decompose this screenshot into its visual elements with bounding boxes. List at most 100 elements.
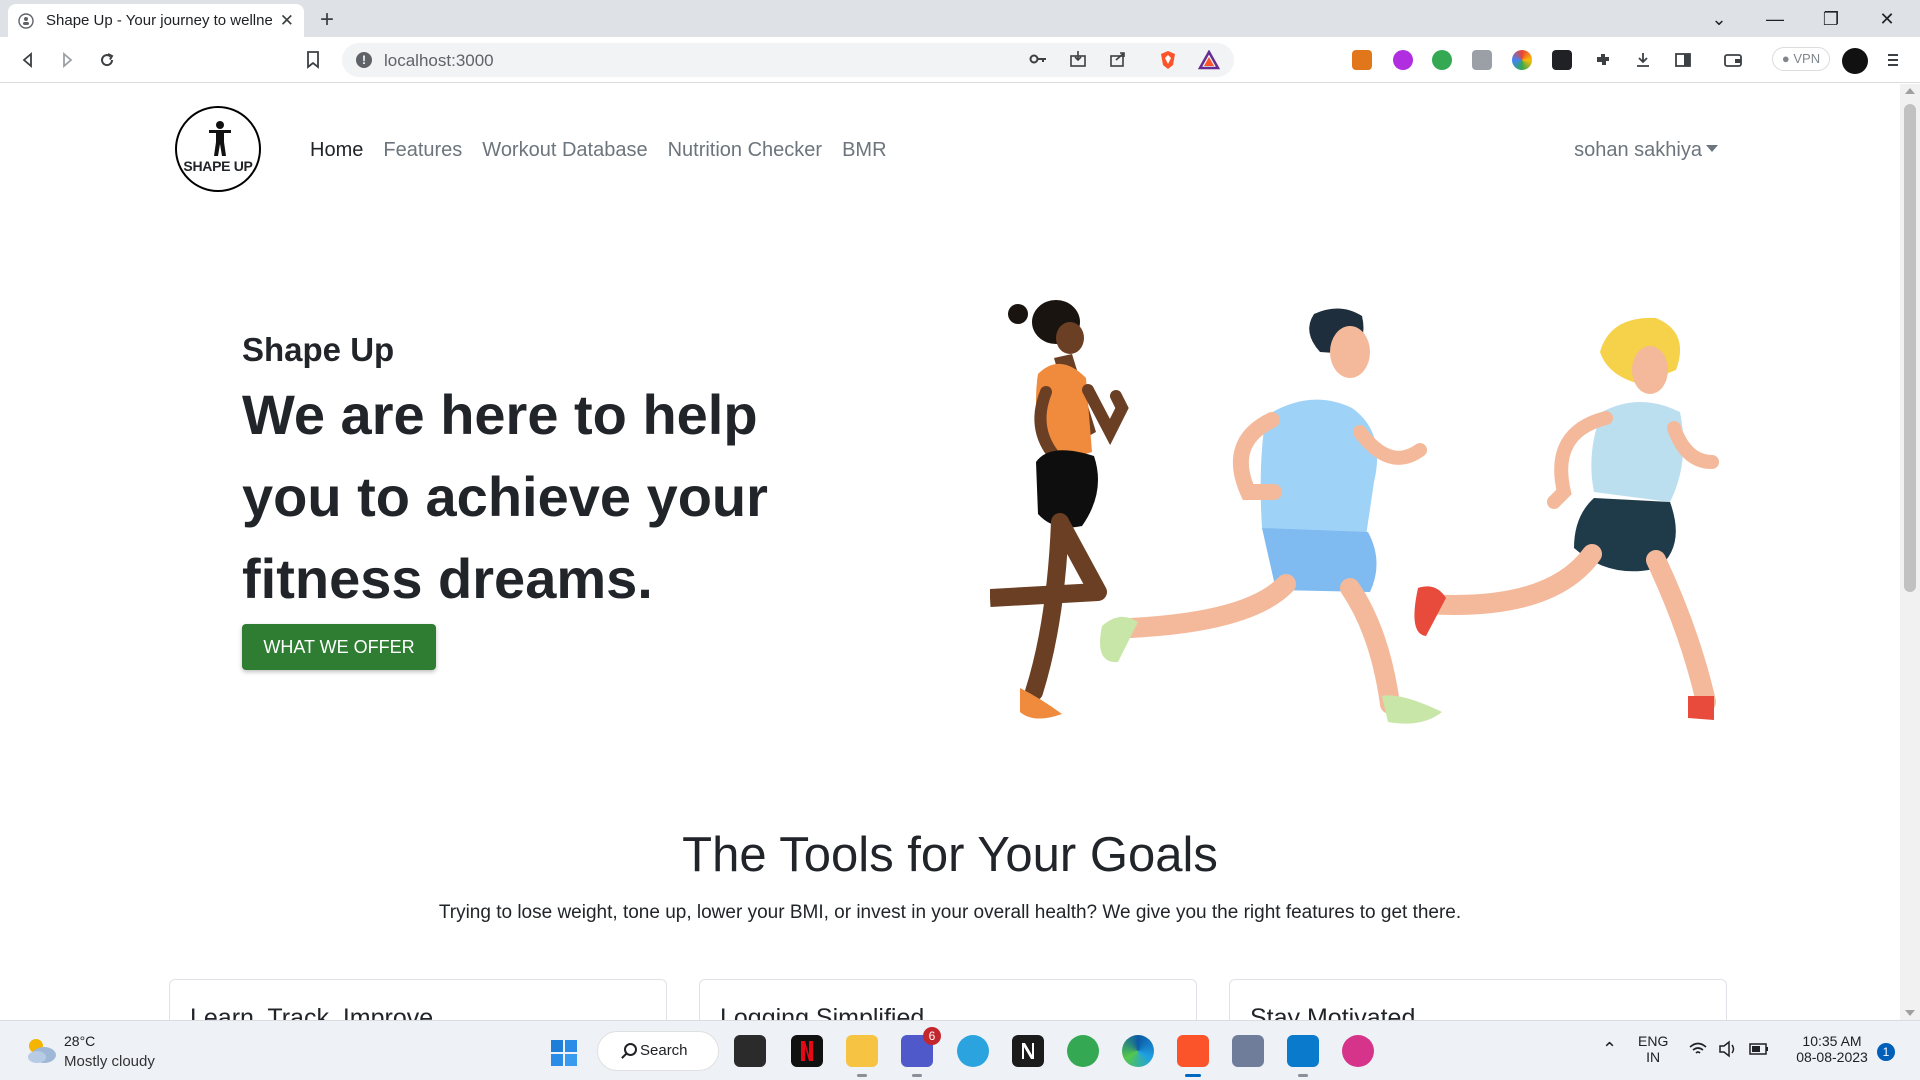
restore-button[interactable]: ❐: [1808, 4, 1854, 34]
color-picker-extension-icon[interactable]: [1512, 50, 1532, 70]
new-tab-button[interactable]: +: [320, 6, 334, 34]
telegram-app-icon[interactable]: [957, 1035, 989, 1067]
downloads-icon[interactable]: [1632, 49, 1654, 71]
scroll-up-icon[interactable]: [1905, 88, 1915, 94]
clock[interactable]: 10:35 AM 08-08-2023: [1792, 1033, 1872, 1065]
brave-rewards-icon[interactable]: [1197, 49, 1221, 70]
vscode-app-icon[interactable]: [1287, 1035, 1319, 1077]
forward-icon[interactable]: [56, 49, 78, 71]
teams-app-icon[interactable]: 6: [901, 1027, 941, 1077]
tools-section-subtitle: Trying to lose weight, tone up, lower yo…: [438, 902, 1462, 923]
sidebar-icon[interactable]: [1672, 49, 1694, 71]
feature-card: Learn. Track. Improve.: [169, 979, 667, 1020]
search-icon: [624, 1043, 637, 1056]
brave-app-icon[interactable]: [1177, 1035, 1209, 1077]
chevron-up-icon[interactable]: ⌃: [1602, 1039, 1617, 1060]
nav-nutrition-checker[interactable]: Nutrition Checker: [668, 139, 823, 162]
taskbar-search[interactable]: Search: [597, 1031, 719, 1071]
netflix-app-icon[interactable]: [791, 1035, 823, 1067]
browser-tab-strip: Shape Up - Your journey to wellness ✕ + …: [0, 0, 1920, 37]
nav-workout-database[interactable]: Workout Database: [482, 139, 647, 162]
reload-icon[interactable]: [96, 49, 118, 71]
user-menu-dropdown[interactable]: sohan sakhiya: [1574, 139, 1718, 162]
install-app-icon[interactable]: [1068, 50, 1088, 70]
main-nav: Home Features Workout Database Nutrition…: [310, 139, 887, 162]
page-favicon-icon: [18, 12, 34, 29]
metamask-extension-icon[interactable]: [1352, 50, 1372, 70]
tab-close-icon[interactable]: ✕: [280, 11, 294, 31]
notification-badge[interactable]: 1: [1877, 1043, 1895, 1061]
address-bar[interactable]: ! localhost:3000: [342, 43, 1234, 77]
nav-home[interactable]: Home: [310, 139, 363, 162]
scrollbar-thumb[interactable]: [1904, 104, 1916, 592]
browser-menu-icon[interactable]: [1882, 49, 1904, 71]
caret-down-icon: [1706, 145, 1718, 152]
extension-dark-icon[interactable]: [1552, 50, 1572, 70]
send-app-icon[interactable]: [1067, 1035, 1099, 1067]
scroll-down-icon[interactable]: [1905, 1010, 1915, 1016]
feature-card: Stay Motivated: [1229, 979, 1727, 1020]
runner-man-blue: [1100, 308, 1442, 724]
tab-search-icon[interactable]: ⌄: [1696, 4, 1742, 34]
feature-card-title: Logging Simplified: [720, 1004, 925, 1020]
extensions-puzzle-icon[interactable]: [1592, 49, 1614, 71]
vpn-button[interactable]: ● VPN: [1772, 47, 1830, 71]
site-info-icon[interactable]: !: [356, 52, 372, 68]
weather-description[interactable]: Mostly cloudy: [64, 1053, 155, 1070]
task-view-icon[interactable]: [734, 1035, 766, 1067]
edge-app-icon[interactable]: [1122, 1035, 1154, 1067]
page-scrollbar[interactable]: [1900, 84, 1920, 1020]
share-icon[interactable]: [1108, 50, 1128, 70]
bookmark-icon[interactable]: [302, 49, 324, 71]
feature-card-title: Learn. Track. Improve.: [190, 1004, 441, 1020]
search-label: Search: [640, 1042, 688, 1059]
language-indicator[interactable]: ENG IN: [1638, 1033, 1668, 1065]
what-we-offer-button[interactable]: WHAT WE OFFER: [242, 624, 436, 670]
feature-card-title: Stay Motivated: [1250, 1004, 1416, 1020]
user-name: sohan sakhiya: [1574, 139, 1702, 161]
notion-app-icon[interactable]: [1012, 1035, 1044, 1067]
nav-features[interactable]: Features: [383, 139, 462, 162]
browser-tab[interactable]: Shape Up - Your journey to wellness ✕: [8, 4, 304, 37]
hero-title: We are here to help you to achieve your …: [242, 383, 768, 610]
runners-illustration: [990, 300, 1719, 724]
minimize-button[interactable]: —: [1752, 4, 1798, 34]
windows-taskbar: 28°C Mostly cloudy Search 6 ⌃ ENG IN 10:…: [0, 1020, 1920, 1080]
web-page: SHAPE UP Home Features Workout Database …: [0, 84, 1900, 1020]
windows-start-icon[interactable]: [550, 1039, 578, 1067]
hero-kicker: Shape Up: [242, 331, 395, 368]
runner-woman-orange: [990, 300, 1129, 719]
battery-icon[interactable]: [1748, 1040, 1770, 1058]
file-explorer-icon[interactable]: [846, 1035, 878, 1077]
runner-logo-icon: [209, 121, 231, 156]
wifi-icon[interactable]: [1688, 1041, 1708, 1057]
extension-plus-icon[interactable]: [1432, 50, 1452, 70]
app-pink-icon[interactable]: [1342, 1035, 1374, 1067]
url-text[interactable]: localhost:3000: [384, 51, 494, 71]
browser-toolbar: ! localhost:3000 ● VPN: [0, 37, 1920, 83]
clock-date: 08-08-2023: [1796, 1049, 1868, 1065]
logo-text: SHAPE UP: [183, 158, 253, 174]
wallet-icon[interactable]: [1722, 49, 1744, 71]
language-line2: IN: [1646, 1049, 1661, 1065]
key-icon[interactable]: [1028, 50, 1048, 70]
language-line1: ENG: [1638, 1033, 1669, 1049]
tools-section-title: The Tools for Your Goals: [682, 828, 1218, 882]
partly-cloudy-icon[interactable]: [24, 1035, 58, 1065]
volume-icon[interactable]: [1718, 1040, 1738, 1058]
extension-purple-icon[interactable]: [1393, 50, 1413, 70]
teams-badge: 6: [923, 1027, 941, 1045]
brave-shields-icon[interactable]: [1158, 50, 1178, 70]
clock-time: 10:35 AM: [1802, 1033, 1862, 1049]
app-gray-icon[interactable]: [1232, 1035, 1264, 1067]
close-window-button[interactable]: ✕: [1864, 4, 1910, 34]
nav-bmr[interactable]: BMR: [842, 139, 886, 162]
tab-title: Shape Up - Your journey to wellness: [46, 12, 272, 29]
weather-temperature[interactable]: 28°C: [64, 1033, 95, 1049]
back-icon[interactable]: [17, 49, 39, 71]
runner-woman-blonde: [1414, 317, 1719, 720]
feature-card: Logging Simplified: [699, 979, 1197, 1020]
site-logo[interactable]: SHAPE UP: [175, 106, 261, 192]
camera-extension-icon[interactable]: [1472, 50, 1492, 70]
profile-avatar-icon[interactable]: [1842, 48, 1868, 74]
